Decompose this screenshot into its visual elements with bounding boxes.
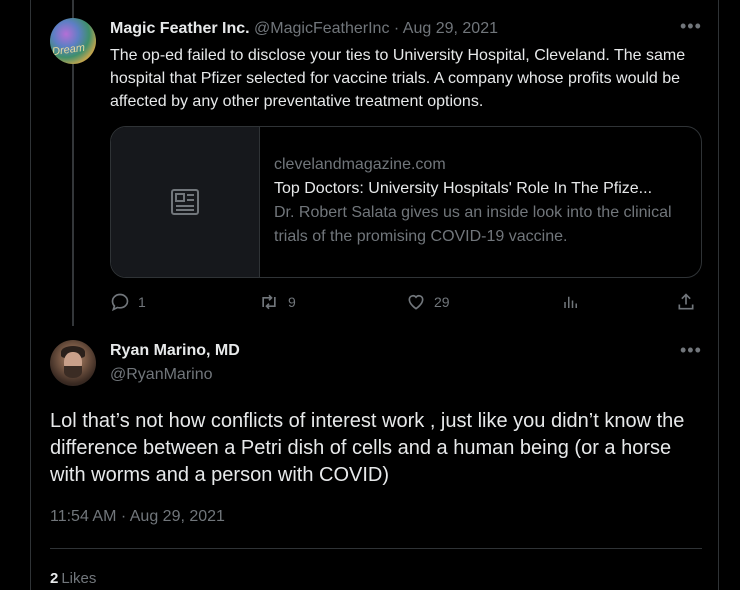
likes-summary[interactable]: 2 Likes — [50, 570, 96, 587]
main-tweet-text: Lol that’s not how conflicts of interest… — [50, 410, 685, 486]
header-separator: · — [393, 20, 400, 37]
author-handle[interactable]: @MagicFeatherInc — [254, 20, 389, 37]
likes-label: Likes — [61, 570, 97, 587]
views-button[interactable] — [562, 292, 580, 312]
like-button[interactable]: 29 — [406, 292, 450, 312]
retweet-count: 9 — [288, 294, 296, 310]
avatar-text: Dream — [51, 41, 86, 59]
reply-icon — [111, 293, 129, 312]
avatar-magic-feather[interactable]: Dream — [50, 18, 96, 64]
like-count: 29 — [434, 294, 450, 310]
card-thumbnail — [111, 127, 260, 277]
analytics-icon — [564, 296, 577, 308]
heart-icon — [408, 294, 424, 310]
timeline-left-border — [30, 0, 31, 590]
main-author-handle[interactable]: @RyanMarino — [110, 366, 213, 384]
more-icon[interactable]: ••• — [680, 16, 702, 37]
divider — [50, 548, 702, 549]
reply-count: 1 — [138, 294, 146, 310]
author-name[interactable]: Magic Feather Inc. — [110, 20, 250, 37]
share-button[interactable] — [676, 292, 696, 312]
retweet-button[interactable]: 9 — [258, 292, 296, 312]
timeline-right-border — [718, 0, 719, 590]
card-title: Top Doctors: University Hospitals' Role … — [274, 180, 653, 197]
thread-connector-top — [72, 0, 74, 20]
reply-button[interactable]: 1 — [110, 292, 146, 312]
card-domain: clevelandmagazine.com — [274, 156, 446, 173]
main-tweet-header: Ryan Marino, MD — [110, 342, 240, 360]
card-description: Dr. Robert Salata gives us an inside loo… — [274, 204, 672, 245]
more-icon[interactable]: ••• — [680, 340, 702, 361]
reply-tweet-text: The op-ed failed to disclose your ties t… — [110, 47, 686, 110]
tweet-timestamp[interactable]: 11:54 AM · Aug 29, 2021 — [50, 508, 225, 526]
likes-count: 2 — [50, 570, 59, 587]
link-card[interactable]: clevelandmagazine.com Top Doctors: Unive… — [110, 126, 702, 278]
tweet-date[interactable]: Aug 29, 2021 — [403, 20, 498, 37]
retweet-icon — [262, 294, 276, 310]
main-author-name[interactable]: Ryan Marino, MD — [110, 342, 240, 359]
tweet-actions: 1 9 29 — [110, 292, 700, 312]
avatar-ryan-marino[interactable] — [50, 340, 96, 386]
article-icon — [171, 189, 199, 220]
share-icon — [678, 293, 694, 310]
tweet-header: Magic Feather Inc. @MagicFeatherInc · Au… — [110, 20, 498, 38]
thread-connector — [72, 64, 74, 326]
